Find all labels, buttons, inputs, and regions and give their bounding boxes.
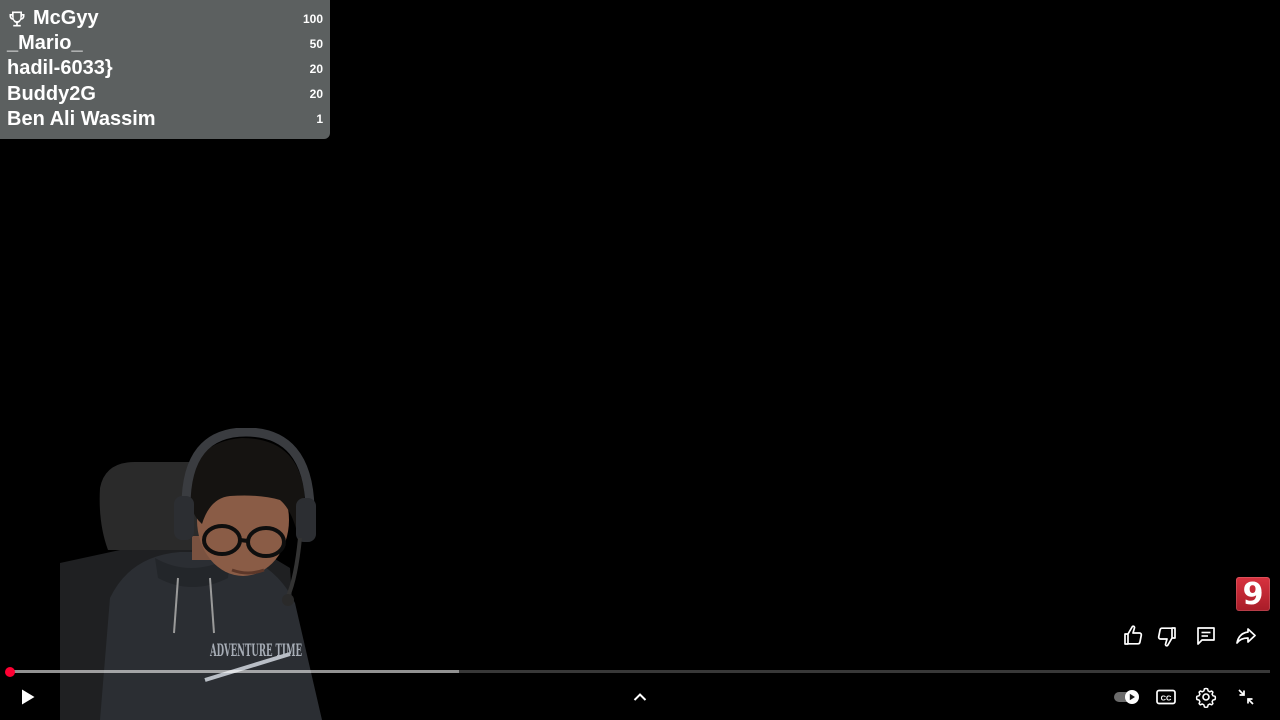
leaderboard-row: Buddy2G 20: [7, 82, 323, 107]
svg-text:CC: CC: [1161, 693, 1172, 702]
like-icon: [1124, 625, 1143, 645]
leaderboard-name: Buddy2G: [7, 82, 96, 105]
leaderboard-row: Ben Ali Wassim 1: [7, 107, 323, 132]
leaderboard-name: _Mario_: [7, 32, 83, 55]
watermark-label: 9: [1242, 576, 1264, 612]
share-icon: [1236, 628, 1256, 644]
trophy-icon: [9, 11, 25, 27]
hoodie-print-text: ADVENTURE TIME: [209, 641, 302, 661]
dislike-button[interactable]: [1155, 624, 1179, 648]
leaderboard-score: 1: [316, 112, 323, 127]
leaderboard-name: Ben Ali Wassim: [7, 107, 156, 130]
video-player[interactable]: McGyy 100 _Mario_ 50 hadil-6033} 20 Budd…: [0, 0, 1280, 720]
leaderboard-overlay: McGyy 100 _Mario_ 50 hadil-6033} 20 Budd…: [0, 0, 330, 139]
captions-button[interactable]: CC: [1153, 684, 1179, 710]
progress-scrubber-handle[interactable]: [5, 666, 15, 677]
like-button[interactable]: [1121, 624, 1145, 648]
play-icon: [22, 689, 35, 705]
play-button[interactable]: [14, 684, 40, 710]
exit-fullscreen-button[interactable]: [1233, 684, 1259, 710]
comments-icon: [1197, 627, 1215, 645]
leaderboard-row: _Mario_ 50: [7, 31, 323, 56]
autoplay-toggle-icon: [1114, 690, 1139, 704]
exit-fullscreen-icon: [1238, 689, 1254, 705]
leaderboard-score: 50: [309, 36, 323, 51]
leaderboard-score: 20: [309, 61, 323, 76]
progress-bar[interactable]: [5, 666, 1270, 677]
leaderboard-row: McGyy 100: [7, 6, 323, 31]
captions-icon: CC: [1156, 689, 1176, 705]
more-videos-button[interactable]: [627, 684, 653, 710]
progress-buffered: [10, 670, 459, 673]
share-button[interactable]: [1234, 624, 1258, 648]
leaderboard-name: hadil-6033}: [7, 57, 113, 80]
leaderboard-name: McGyy: [33, 7, 99, 30]
settings-gear-icon: [1195, 687, 1217, 709]
leaderboard-score: 20: [309, 87, 323, 102]
autoplay-toggle[interactable]: [1113, 684, 1141, 710]
streamer-figure: ADVENTURE TIME: [60, 428, 322, 720]
leaderboard-score: 100: [302, 11, 323, 26]
leaderboard-name-wrap: McGyy: [7, 7, 99, 30]
settings-button[interactable]: [1193, 684, 1219, 710]
channel-watermark[interactable]: 9: [1236, 576, 1270, 612]
webcam-feed: ADVENTURE TIME: [60, 428, 330, 720]
leaderboard-row: hadil-6033} 20: [7, 56, 323, 81]
chevron-up-icon: [633, 693, 647, 701]
comments-button[interactable]: [1194, 624, 1218, 648]
dislike-icon: [1157, 627, 1176, 647]
